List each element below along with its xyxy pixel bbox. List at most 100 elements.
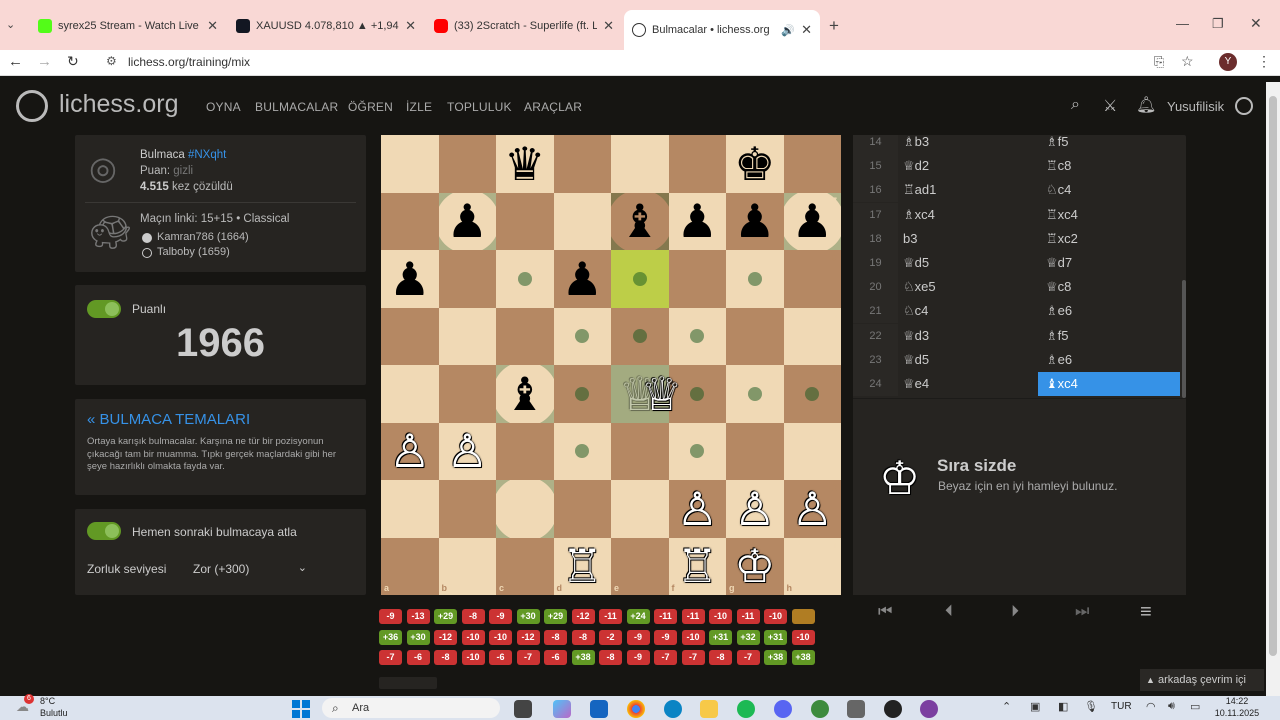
black-move-selected[interactable]: ♝xc4	[1038, 372, 1180, 396]
puzzle-result-badge[interactable]: -9	[626, 650, 650, 665]
clock-time[interactable]: 14:22	[1212, 696, 1262, 706]
puzzle-result-badge[interactable]: -2	[599, 629, 622, 645]
board-square-c7[interactable]	[496, 192, 554, 250]
search-icon[interactable]: ⌕	[1071, 96, 1080, 114]
browser-tab[interactable]: (33) 2Scratch - Superlife (ft. Lox ✕	[426, 12, 622, 40]
nav-play[interactable]: OYNA	[206, 100, 241, 114]
move-dest-dot[interactable]	[690, 386, 705, 401]
black-piece-a6[interactable]: ♟	[381, 250, 439, 308]
board-square-b1[interactable]	[438, 537, 496, 595]
board-square-e1[interactable]	[611, 537, 669, 595]
auto-next-toggle[interactable]	[87, 522, 121, 540]
white-move[interactable]: ♖ad1	[903, 178, 936, 202]
puzzle-result-badge[interactable]: -10	[461, 650, 485, 665]
board-square-b6[interactable]	[438, 250, 496, 308]
puzzle-result-badge[interactable]: -7	[654, 650, 677, 665]
puzzle-result-badge[interactable]: -12	[571, 609, 595, 624]
board-square-c5[interactable]	[496, 307, 554, 365]
puzzle-result-badge[interactable]: -9	[489, 609, 512, 624]
task-view-icon[interactable]	[514, 700, 532, 718]
black-move[interactable]: ♕c8	[1038, 275, 1180, 299]
puzzle-result-badge[interactable]: -11	[736, 609, 760, 624]
bookmark-star-icon[interactable]: ☆	[1181, 53, 1194, 70]
puzzle-result-badge[interactable]: -8	[544, 629, 567, 645]
weather-desc[interactable]: Bulutlu	[40, 708, 68, 718]
battery-icon[interactable]: ▭	[1190, 700, 1200, 713]
puzzle-result-badge[interactable]: -9	[654, 629, 677, 645]
install-app-icon[interactable]: ⎘	[1154, 54, 1164, 70]
puzzle-result-badge[interactable]: -7	[379, 650, 402, 665]
white-piece-f4[interactable]: ♕	[633, 365, 691, 423]
black-piece-d6[interactable]: ♟	[554, 250, 612, 308]
friends-online-bar[interactable]: ▲ arkadaş çevrim içi	[1140, 669, 1264, 691]
board-square-e3[interactable]	[611, 422, 669, 480]
white-piece-g2[interactable]: ♙	[726, 480, 784, 538]
language-indicator[interactable]: TUR	[1111, 701, 1132, 712]
black-piece-g7[interactable]: ♟	[726, 193, 784, 251]
board-square-d7[interactable]	[553, 192, 611, 250]
volume-icon[interactable]: 🔊︎	[1168, 700, 1175, 713]
board-square-c3[interactable]	[496, 422, 554, 480]
white-piece-f1[interactable]: ♖	[669, 538, 727, 596]
first-move-icon[interactable]: ⏮	[878, 603, 892, 621]
move-dest-dot[interactable]	[632, 271, 647, 286]
black-move[interactable]: ♗e6	[1038, 348, 1180, 372]
browser-tab[interactable]: syrex25 Stream - Watch Live o ✕	[30, 12, 226, 40]
username[interactable]: Yusufilisik	[1167, 99, 1224, 114]
store-icon[interactable]	[590, 700, 608, 718]
white-piece-d1[interactable]: ♖	[554, 538, 612, 596]
white-move[interactable]: ♗b3	[903, 135, 929, 154]
board-square-b8[interactable]	[438, 135, 496, 193]
maximize-button[interactable]: ❐	[1212, 16, 1224, 32]
puzzle-result-badge[interactable]: -13	[406, 609, 430, 624]
site-logo[interactable]: lichess.org	[59, 90, 179, 119]
board-square-a2[interactable]	[381, 480, 439, 538]
white-player[interactable]: Kamran786 (1664)	[157, 231, 249, 243]
black-player[interactable]: Talboby (1659)	[157, 246, 230, 258]
puzzle-result-badge[interactable]	[791, 609, 815, 624]
app-icon[interactable]	[884, 700, 902, 718]
board-square-a8[interactable]	[381, 135, 439, 193]
puzzle-result-badge[interactable]: -8	[571, 629, 595, 645]
black-move[interactable]: ♗e6	[1038, 299, 1180, 323]
puzzle-result-badge[interactable]: -8	[434, 650, 457, 665]
page-scrollbar[interactable]	[1266, 82, 1280, 696]
white-move[interactable]: b3	[903, 227, 917, 251]
black-move[interactable]: ♗f5	[1038, 324, 1180, 348]
microphone-icon[interactable]: 🎙︎	[1084, 700, 1098, 713]
url-field[interactable]: ⚙ lichess.org/training/mix	[96, 50, 1206, 74]
nav-puzzles[interactable]: BULMACALAR	[255, 100, 338, 114]
black-move[interactable]: ♘c4	[1038, 178, 1180, 202]
board-square-c1[interactable]	[496, 537, 554, 595]
site-info-icon[interactable]: ⚙	[106, 54, 117, 68]
puzzle-result-badge[interactable]: +29	[434, 609, 457, 624]
white-move[interactable]: ♕d5	[903, 251, 929, 275]
browser-tab[interactable]: XAUUSD 4.078,810 ▲ +1,94% A ✕	[228, 12, 424, 40]
black-move[interactable]: ♖xc2	[1038, 227, 1180, 251]
scrollbar-thumb[interactable]	[1269, 96, 1277, 656]
black-move[interactable]: ♖xc4	[1038, 203, 1180, 227]
puzzle-result-badge[interactable]: +32	[736, 629, 760, 645]
puzzle-result-badge[interactable]: -6	[406, 650, 430, 665]
black-move[interactable]: ♕d7	[1038, 251, 1180, 275]
close-icon[interactable]: ✕	[207, 18, 218, 34]
app-icon[interactable]	[920, 700, 938, 718]
puzzle-result-badge[interactable]: -9	[379, 609, 402, 624]
move-dest-dot[interactable]	[747, 271, 762, 286]
white-piece-f2[interactable]: ♙	[669, 480, 727, 538]
nav-tools[interactable]: ARAÇLAR	[524, 100, 582, 114]
puzzle-result-badge[interactable]: +29	[544, 609, 567, 624]
puzzle-result-badge[interactable]: -12	[434, 629, 457, 645]
move-dest-dot[interactable]	[575, 386, 590, 401]
puzzle-result-badge[interactable]: +31	[709, 629, 732, 645]
puzzle-result-badge[interactable]: -11	[681, 609, 705, 624]
puzzle-result-badge[interactable]: -7	[736, 650, 760, 665]
nav-watch[interactable]: İZLE	[406, 100, 432, 114]
puzzle-result-badge[interactable]: -10	[489, 629, 512, 645]
taskbar-search[interactable]: ⌕ Ara	[322, 698, 500, 718]
move-list-scrollbar[interactable]	[1182, 280, 1186, 398]
puzzle-result-badge[interactable]: -11	[654, 609, 677, 624]
nav-community[interactable]: TOPLULUK	[447, 100, 512, 114]
white-move[interactable]: ♕d2	[903, 154, 929, 178]
board-square-a7[interactable]	[381, 192, 439, 250]
